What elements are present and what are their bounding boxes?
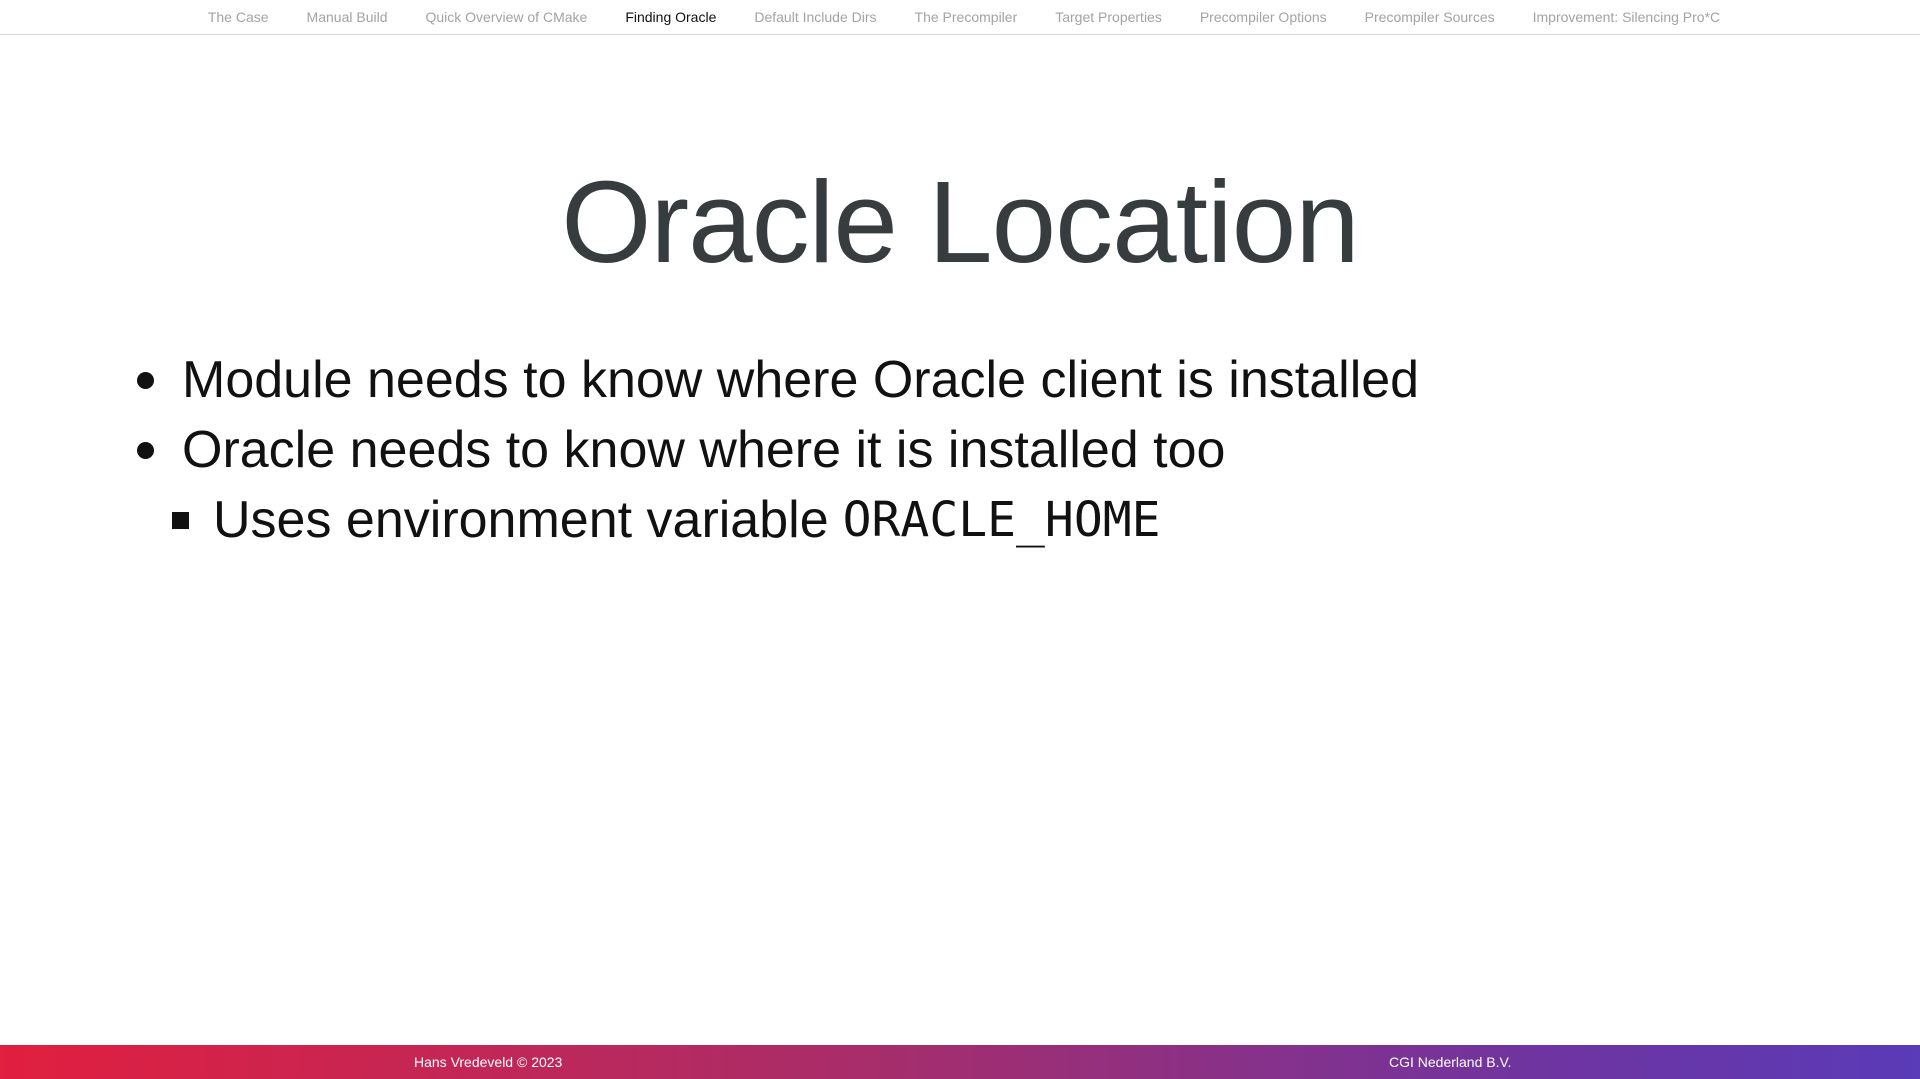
footer-company: CGI Nederland B.V. bbox=[1389, 1054, 1512, 1070]
nav-item-precompiler-options[interactable]: Precompiler Options bbox=[1181, 9, 1346, 25]
bullet-item: Oracle needs to know where it is install… bbox=[134, 415, 1734, 485]
bullet-dot-icon bbox=[137, 371, 154, 389]
nav-item-the-precompiler[interactable]: The Precompiler bbox=[896, 9, 1037, 25]
bullet-item: Module needs to know where Oracle client… bbox=[134, 345, 1734, 415]
nav-item-manual-build[interactable]: Manual Build bbox=[288, 9, 407, 25]
bullet-text: Oracle needs to know where it is install… bbox=[182, 421, 1226, 479]
nav-item-default-include-dirs[interactable]: Default Include Dirs bbox=[735, 9, 895, 25]
nav-item-the-case[interactable]: The Case bbox=[189, 9, 288, 25]
nav-item-precompiler-sources[interactable]: Precompiler Sources bbox=[1346, 9, 1514, 25]
section-nav-list: The Case Manual Build Quick Overview of … bbox=[0, 0, 1920, 34]
footer-bar: Hans Vredeveld © 2023 CGI Nederland B.V. bbox=[0, 1045, 1920, 1079]
nav-item-improvement-silencing-proc[interactable]: Improvement: Silencing Pro*C bbox=[1514, 9, 1740, 25]
bullet-dot-icon bbox=[137, 441, 154, 459]
bullet-text: Module needs to know where Oracle client… bbox=[182, 351, 1420, 409]
sub-bullet-text: Uses environment variable bbox=[213, 491, 829, 549]
slide-title: Oracle Location bbox=[561, 157, 1359, 287]
nav-item-finding-oracle[interactable]: Finding Oracle bbox=[606, 9, 735, 25]
footer-author: Hans Vredeveld © 2023 bbox=[414, 1054, 563, 1070]
bullet-square-icon bbox=[172, 511, 189, 529]
bullet-list: Module needs to know where Oracle client… bbox=[134, 345, 1734, 555]
nav-item-quick-overview-of-cmake[interactable]: Quick Overview of CMake bbox=[406, 9, 606, 25]
slide: The Case Manual Build Quick Overview of … bbox=[0, 0, 1920, 1079]
code-env-variable: ORACLE_HOME bbox=[842, 492, 1161, 548]
sub-bullet-item: Uses environment variable ORACLE_HOME bbox=[134, 485, 1734, 555]
section-nav: The Case Manual Build Quick Overview of … bbox=[0, 0, 1920, 35]
nav-item-target-properties[interactable]: Target Properties bbox=[1036, 9, 1181, 25]
